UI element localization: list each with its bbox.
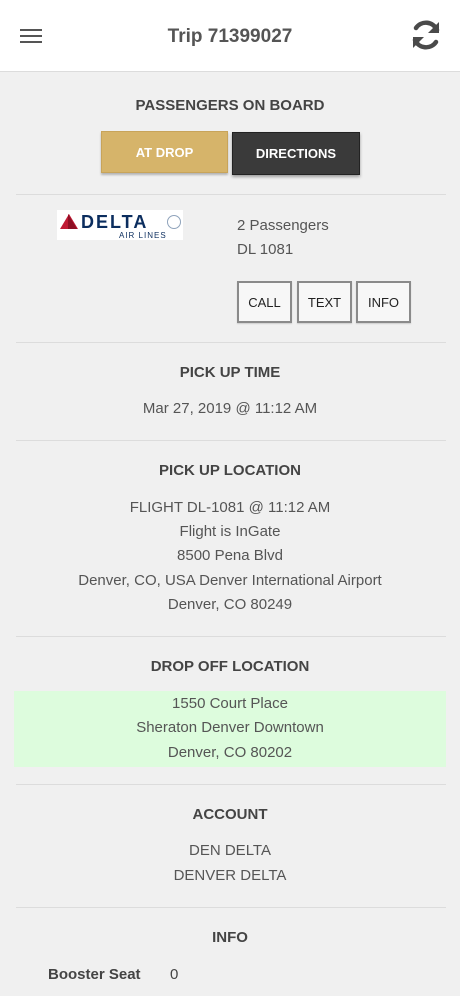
- info-heading: INFO: [212, 929, 248, 946]
- call-button[interactable]: CALL: [237, 281, 292, 323]
- page-title: Trip 71399027: [167, 26, 293, 47]
- account-heading: ACCOUNT: [192, 806, 268, 823]
- divider: [16, 440, 446, 441]
- logo-badge-icon: [167, 215, 181, 229]
- dropoff-location-heading: DROP OFF LOCATION: [150, 658, 310, 675]
- at-drop-button[interactable]: AT DROP: [101, 131, 228, 173]
- pickup-line: Flight is InGate: [179, 523, 281, 540]
- flight-number: DL 1081: [237, 241, 294, 258]
- divider: [16, 784, 446, 785]
- dropoff-line: 1550 Court Place: [172, 695, 288, 712]
- dropoff-line: Sheraton Denver Downtown: [136, 719, 324, 736]
- logo-word: DELTA: [81, 212, 149, 232]
- divider: [16, 907, 446, 908]
- pickup-line: FLIGHT DL-1081 @ 11:12 AM: [129, 499, 331, 516]
- pickup-time-heading: PICK UP TIME: [179, 364, 281, 381]
- divider: [16, 342, 446, 343]
- refresh-icon[interactable]: [408, 17, 444, 53]
- booster-seat-label: Booster Seat: [48, 966, 141, 983]
- top-bar: Trip 71399027: [0, 0, 460, 72]
- passenger-count: 2 Passengers: [237, 217, 329, 234]
- pickup-line: Denver, CO, USA Denver International Air…: [78, 572, 382, 589]
- pickup-line: Denver, CO 80249: [167, 596, 293, 613]
- delta-logo: DELTA AIR LINES: [57, 210, 183, 240]
- pickup-location-heading: PICK UP LOCATION: [159, 462, 301, 479]
- pickup-time-value: Mar 27, 2019 @ 11:12 AM: [142, 400, 318, 417]
- pickup-line: 8500 Pena Blvd: [177, 547, 283, 564]
- directions-button[interactable]: DIRECTIONS: [232, 132, 360, 175]
- info-button[interactable]: INFO: [356, 281, 411, 323]
- account-line: DEN DELTA: [189, 842, 271, 859]
- divider: [16, 636, 446, 637]
- status-heading: PASSENGERS ON BOARD: [135, 97, 325, 114]
- logo-sub: AIR LINES: [119, 231, 167, 240]
- dropoff-line: Denver, CO 80202: [167, 744, 293, 761]
- divider: [16, 194, 446, 195]
- account-line: DENVER DELTA: [173, 867, 287, 884]
- booster-seat-value: 0: [170, 966, 179, 983]
- text-button[interactable]: TEXT: [297, 281, 352, 323]
